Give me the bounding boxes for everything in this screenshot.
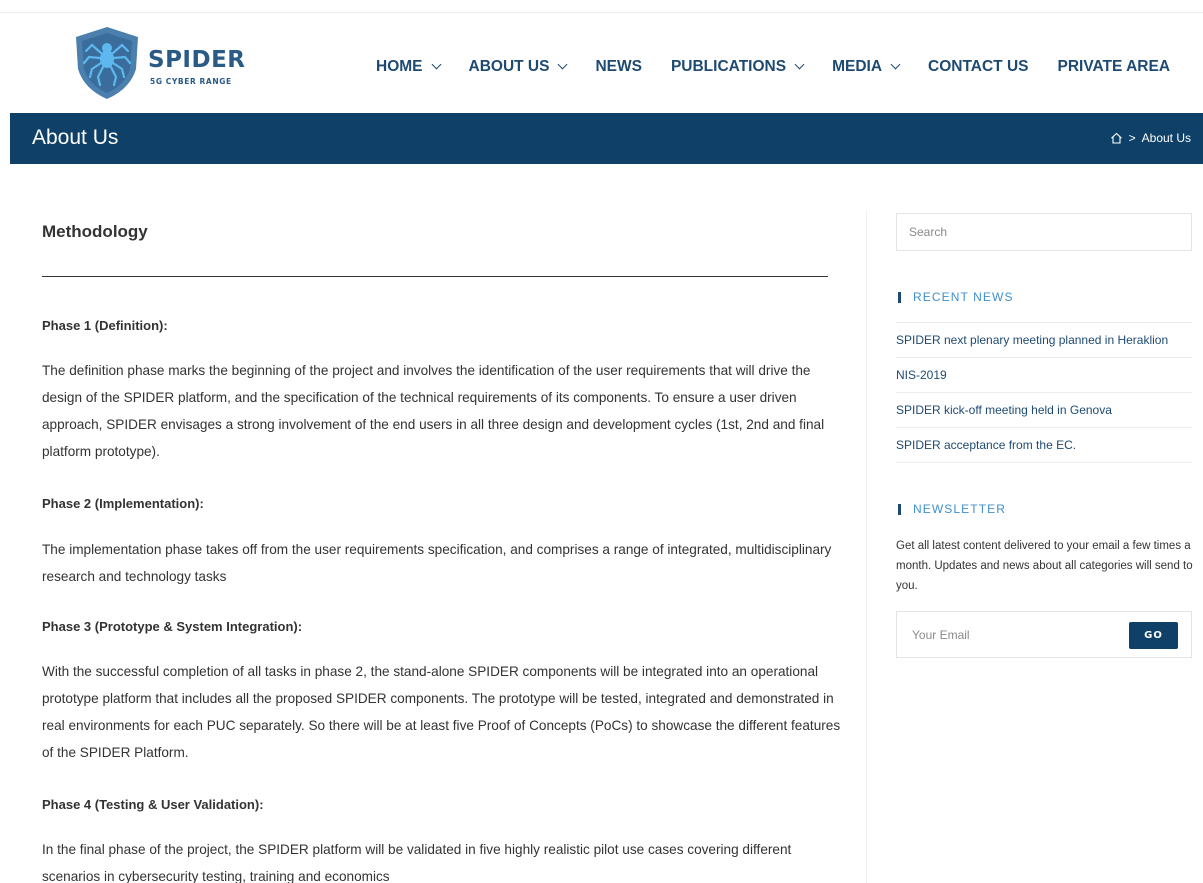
heading-divider [42,276,828,277]
newsletter-description: Get all latest content delivered to your… [896,540,1193,592]
chevron-down-icon [794,59,805,70]
recent-news-title: RECENT NEWS [898,290,1014,304]
nav-item-private-area[interactable]: PRIVATE AREA [1057,58,1170,76]
phase-title: Phase 1 (Definition): [42,318,168,333]
chevron-down-icon [890,59,901,70]
nav-item-media[interactable]: MEDIA [832,58,901,76]
site-header: SPIDER 5G CYBER RANGE HOME ABOUT US NEWS… [0,13,1203,111]
spider-shield-icon [76,27,138,99]
newsletter-title: NEWSLETTER [898,502,1006,516]
nav-item-label: HOME [376,58,423,75]
news-link[interactable]: SPIDER next plenary meeting planned in H… [896,323,1192,358]
news-link[interactable]: SPIDER acceptance from the EC. [896,428,1192,463]
breadcrumb-current: About Us [1141,131,1191,145]
nav-item-label: ABOUT US [468,58,550,75]
nav-item-publications[interactable]: PUBLICATIONS [670,58,805,76]
title-marker [898,291,901,303]
chevron-down-icon [431,59,441,70]
search-input[interactable] [897,214,1191,250]
nav-item-news[interactable]: NEWS [595,58,642,76]
chevron-down-icon [558,59,568,70]
nav-item-label: CONTACT US [928,58,1029,75]
phase-text: With the successful completion of all ta… [42,664,841,760]
logo-tagline: 5G CYBER RANGE [150,77,232,86]
subscribe-button[interactable]: GO [1129,622,1178,649]
phase-title: Phase 3 (Prototype & System Integration)… [42,619,303,634]
email-field[interactable] [897,612,1117,657]
phase-title: Phase 2 (Implementation): [42,496,204,511]
nav-item-label: PRIVATE AREA [1057,58,1171,75]
title-marker [898,503,901,515]
nav-item-home[interactable]: HOME [376,58,441,76]
page-title: About Us [32,126,119,149]
newsletter-form: GO [896,611,1192,658]
sidebar-divider [866,210,867,883]
page-title-bar: About Us > About Us [10,113,1203,164]
phase-text: In the final phase of the project, the S… [42,842,792,883]
news-link[interactable]: SPIDER kick-off meeting held in Genova [896,393,1192,428]
widget-title-label: NEWSLETTER [913,502,1007,516]
nav-item-label: PUBLICATIONS [670,58,787,75]
content-header: Methodology [42,222,828,242]
nav-item-label: NEWS [595,58,642,75]
nav-item-contact-us[interactable]: CONTACT US [928,58,1028,76]
phase-text: The implementation phase takes off from … [42,542,832,584]
nav-item-about-us[interactable]: ABOUT US [468,58,568,76]
breadcrumb: > About Us [1110,131,1191,145]
breadcrumb-separator: > [1128,131,1136,145]
recent-news-list: SPIDER next plenary meeting planned in H… [896,322,1192,463]
nav-item-label: MEDIA [832,58,883,75]
site-logo[interactable]: SPIDER 5G CYBER RANGE [72,25,252,105]
phase-title: Phase 4 (Testing & User Validation): [42,797,264,812]
main-nav: HOME ABOUT US NEWS PUBLICATIONS MEDIA CO… [376,55,1170,79]
phase-text: The definition phase marks the beginning… [42,363,825,459]
section-heading: Methodology [42,222,148,241]
home-icon[interactable] [1110,132,1123,144]
logo-title: SPIDER [148,47,246,73]
widget-title-label: RECENT NEWS [913,290,1014,304]
news-link[interactable]: NIS-2019 [896,358,1192,393]
search-box [896,213,1192,251]
